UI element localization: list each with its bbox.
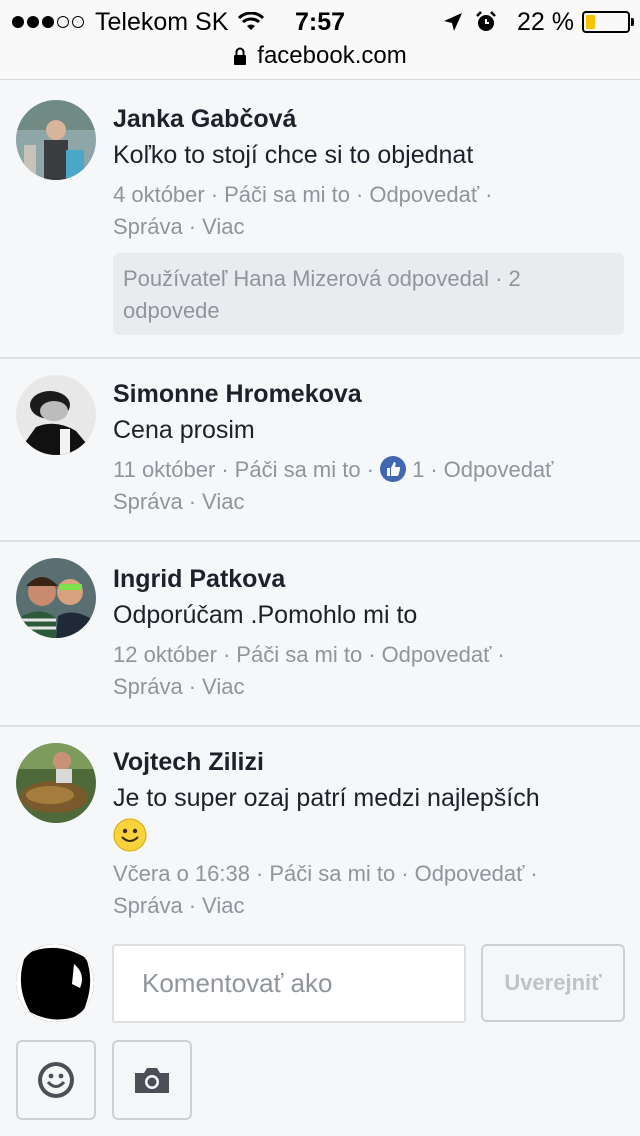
like-link[interactable]: Páči sa mi to <box>235 457 361 482</box>
comment: Janka Gabčová Koľko to stojí chce si to … <box>0 86 640 359</box>
comment-meta: Včera o 16:38 · Páči sa mi to · Odpovedať · Sp… <box>113 861 538 919</box>
message-link[interactable]: Správa <box>113 893 183 918</box>
camera-icon <box>135 1068 169 1093</box>
comment-date[interactable]: 12 október <box>113 642 217 667</box>
smiley-emoji-icon <box>113 818 147 852</box>
reply-link[interactable]: Odpovedať <box>415 861 525 886</box>
comment: Vojtech Zilizi Je to super ozaj patrí me… <box>0 727 640 947</box>
camera-button[interactable] <box>112 1040 192 1120</box>
comment-date[interactable]: 11 október <box>113 457 215 482</box>
comment-text: Koľko to stojí chce si to objednat <box>113 141 474 169</box>
comment-date[interactable]: 4 október <box>113 182 205 207</box>
replies-summary[interactable]: Používateľ Hana Mizerová odpovedal · 2 o… <box>113 253 624 335</box>
comment-text-content: Je to super ozaj patrí medzi najlepších <box>113 784 540 812</box>
url-text: facebook.com <box>257 42 407 69</box>
more-link[interactable]: Viac <box>202 674 244 699</box>
lock-icon <box>234 47 247 65</box>
avatar[interactable] <box>16 558 96 638</box>
like-link[interactable]: Páči sa mi to <box>236 642 362 667</box>
comment-author[interactable]: Janka Gabčová <box>113 102 640 136</box>
emoji-button[interactable] <box>16 1040 96 1120</box>
comment-text: Cena prosim <box>113 416 255 444</box>
comment-author[interactable]: Vojtech Zilizi <box>113 745 640 779</box>
comment-text: Je to super ozaj patrí medzi najlepších <box>113 780 640 852</box>
avatar[interactable] <box>16 375 96 455</box>
address-bar[interactable]: facebook.com <box>0 40 640 72</box>
message-link[interactable]: Správa <box>113 674 183 699</box>
comment-composer: Komentovať ako Uverejniť <box>0 928 640 1136</box>
avatar[interactable] <box>16 100 96 180</box>
battery-icon <box>582 11 634 33</box>
comment-author[interactable]: Simonne Hromekova <box>113 377 640 411</box>
comment-input[interactable]: Komentovať ako <box>112 944 466 1023</box>
current-user-avatar <box>16 944 94 1022</box>
reply-link[interactable]: Odpovedať <box>444 457 554 482</box>
reply-link[interactable]: Odpovedať <box>369 182 479 207</box>
alarm-clock-icon <box>476 11 496 31</box>
like-count[interactable]: 1 <box>412 457 424 482</box>
message-link[interactable]: Správa <box>113 489 183 514</box>
like-link[interactable]: Páči sa mi to <box>269 861 395 886</box>
status-bar: Telekom SK 7:57 22 % facebook.com <box>0 0 640 80</box>
battery-percent: 22 % <box>517 7 574 36</box>
comment-list: Janka Gabčová Koľko to stojí chce si to … <box>0 86 640 947</box>
more-link[interactable]: Viac <box>202 214 244 239</box>
reply-link[interactable]: Odpovedať <box>382 642 492 667</box>
comment-meta: 12 október · Páči sa mi to · Odpovedať · Správ… <box>113 642 505 699</box>
thumbs-up-icon <box>379 456 406 482</box>
comment-date[interactable]: Včera o 16:38 <box>113 861 250 886</box>
more-link[interactable]: Viac <box>202 489 244 514</box>
comment-text: Odporúčam .Pomohlo mi to <box>113 601 418 629</box>
like-link[interactable]: Páči sa mi to <box>224 182 350 207</box>
post-button[interactable]: Uverejniť <box>481 944 625 1022</box>
avatar[interactable] <box>16 743 96 823</box>
location-arrow-icon <box>444 13 463 31</box>
smiley-icon <box>38 1062 74 1098</box>
comment: Simonne Hromekova Cena prosim 11 október… <box>0 359 640 542</box>
comment-meta: 11 október · Páči sa mi to · 1 · Odpovedať Spr… <box>113 456 554 514</box>
more-link[interactable]: Viac <box>202 893 244 918</box>
comment-author[interactable]: Ingrid Patkova <box>113 562 640 596</box>
message-link[interactable]: Správa <box>113 214 183 239</box>
comment: Ingrid Patkova Odporúčam .Pomohlo mi to … <box>0 542 640 727</box>
comment-meta: 4 október · Páči sa mi to · Odpovedať · Správa… <box>113 182 493 239</box>
